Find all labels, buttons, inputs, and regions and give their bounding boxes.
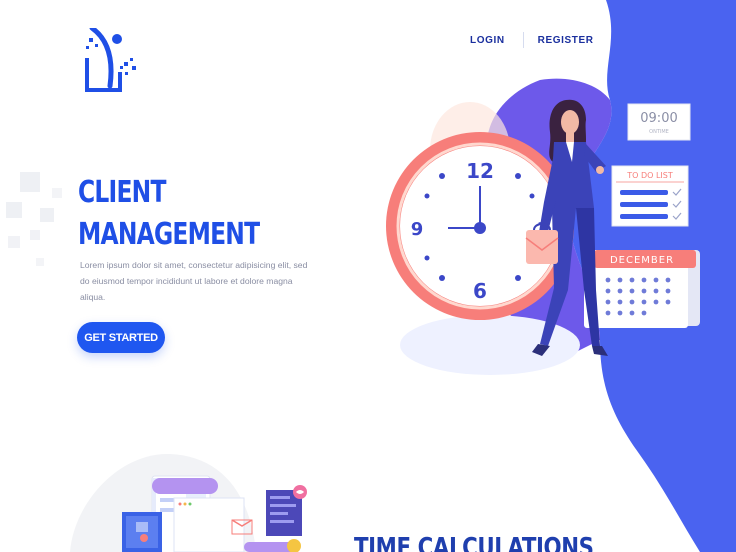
hero-title-line2: MANAGEMENT: [78, 217, 260, 252]
clock-number-12: 12: [466, 159, 494, 183]
clock-number-6: 6: [473, 279, 487, 303]
time-calculations-title: TIME CALCULATIONS: [354, 533, 594, 552]
landing-page: LOGIN REGISTER CLIENT MANAGEMENT Lorem i…: [0, 0, 736, 552]
todo-title: TO DO LIST: [626, 171, 673, 180]
calendar-month: DECEMBER: [610, 255, 674, 266]
card-time-sub: ONTIME: [649, 129, 669, 135]
todo-list-card: TO DO LIST: [611, 165, 689, 227]
top-nav: LOGIN REGISTER: [470, 32, 594, 48]
card-time: 09:00: [640, 111, 677, 126]
register-link[interactable]: REGISTER: [538, 35, 594, 46]
get-started-button[interactable]: GET STARTED: [77, 322, 165, 353]
calendar-card: DECEMBER: [584, 250, 700, 328]
brand-logo[interactable]: [84, 28, 142, 94]
time-calculations-illustration: [70, 453, 307, 552]
nav-divider: [522, 32, 524, 48]
hero-title-line1: CLIENT: [78, 175, 166, 210]
clock-number-9: 9: [411, 219, 424, 240]
hero-illustration: 12 3 6 9 09:00 ONTIME TO DO LIST: [386, 99, 700, 356]
hero-title: CLIENT MANAGEMENT: [78, 172, 260, 256]
time-card: 09:00 ONTIME: [627, 103, 691, 141]
login-link[interactable]: LOGIN: [470, 35, 505, 46]
hero-description: Lorem ipsum dolor sit amet, consectetur …: [80, 260, 308, 302]
decorative-squares: [6, 172, 62, 266]
